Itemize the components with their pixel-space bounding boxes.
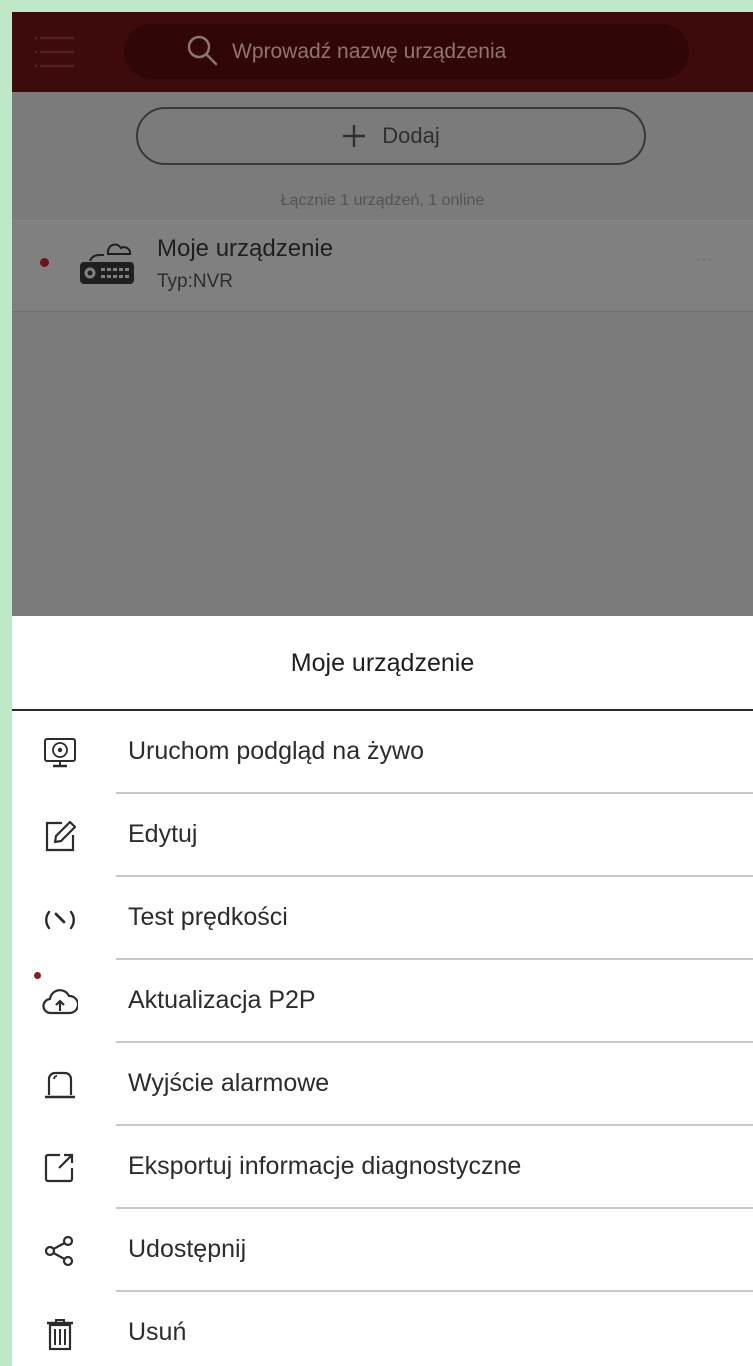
update-badge-dot	[34, 972, 41, 979]
hamburger-menu-icon[interactable]	[34, 30, 78, 74]
menu-item-label: Udostępnij	[128, 1235, 247, 1263]
device-count-summary: Łącznie 1 urządzeń, 1 online	[280, 192, 485, 209]
menu-item-p2p-update[interactable]: Aktualizacja P2P	[12, 960, 753, 1043]
device-list-overlay: Dodaj Łącznie 1 urządzeń, 1 online Moje …	[12, 92, 753, 616]
more-options-icon[interactable]: ···	[695, 251, 714, 269]
edit-icon	[45, 820, 77, 852]
menu-item-label: Aktualizacja P2P	[128, 986, 316, 1014]
menu-item-speed-test[interactable]: Test prędkości	[12, 877, 753, 960]
add-device-button[interactable]: Dodaj	[136, 107, 646, 165]
device-list-item[interactable]: Moje urządzenie Typ:NVR ···	[12, 220, 753, 312]
search-icon	[187, 35, 218, 66]
live-view-monitor-icon	[44, 738, 76, 768]
device-name: Moje urządzenie	[157, 235, 334, 262]
menu-item-label: Uruchom podgląd na żywo	[128, 737, 424, 765]
menu-item-share[interactable]: Udostępnij	[12, 1209, 753, 1292]
online-status-dot	[40, 258, 49, 267]
menu-item-delete[interactable]: Usuń	[12, 1292, 753, 1366]
device-action-sheet: Moje urządzenie Uruchom podgląd na żywo …	[12, 616, 753, 1366]
speedometer-icon	[45, 910, 75, 930]
menu-item-live-view[interactable]: Uruchom podgląd na żywo	[12, 711, 753, 794]
add-device-label: Dodaj	[382, 123, 440, 148]
menu-item-label: Wyjście alarmowe	[128, 1069, 330, 1097]
menu-item-alarm-output[interactable]: Wyjście alarmowe	[12, 1043, 753, 1126]
plus-icon	[343, 125, 366, 147]
export-icon	[44, 1153, 74, 1183]
sheet-title: Moje urządzenie	[290, 649, 475, 677]
nvr-cloud-device-icon	[80, 243, 134, 284]
menu-item-edit[interactable]: Edytuj	[12, 794, 753, 877]
device-type: Typ:NVR	[157, 271, 234, 292]
top-bar	[12, 12, 753, 92]
menu-item-label: Eksportuj informacje diagnostyczne	[128, 1152, 522, 1180]
share-icon	[44, 1235, 74, 1267]
app-window: Dodaj Łącznie 1 urządzeń, 1 online Moje …	[12, 12, 753, 1366]
menu-item-export-diagnostics[interactable]: Eksportuj informacje diagnostyczne	[12, 1126, 753, 1209]
trash-icon	[47, 1319, 73, 1351]
alarm-bell-icon	[45, 1071, 75, 1099]
menu-item-label: Test prędkości	[128, 903, 288, 931]
menu-item-label: Usuń	[128, 1318, 187, 1346]
menu-item-label: Edytuj	[128, 820, 198, 848]
search-input[interactable]	[230, 34, 674, 70]
cloud-upload-icon	[42, 989, 78, 1015]
